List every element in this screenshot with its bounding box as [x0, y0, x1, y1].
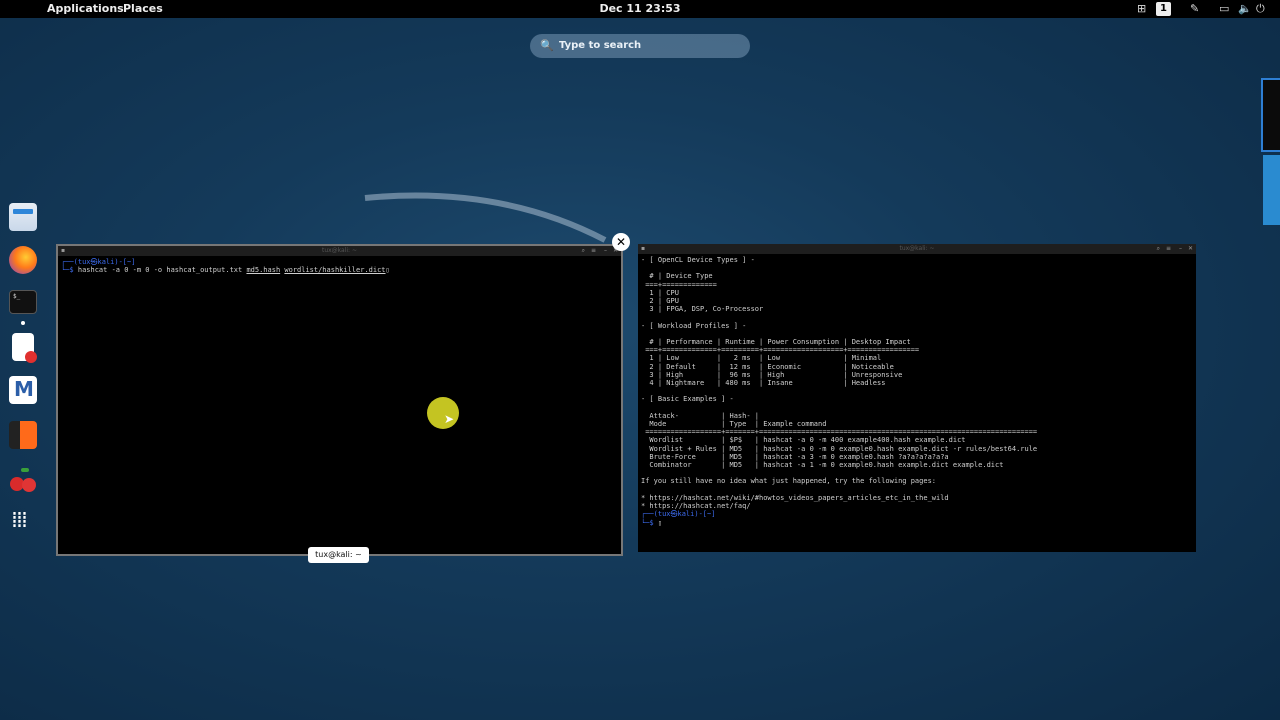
terminal-content[interactable]: ┌──(tux㉿kali)-[~] └─$ hashcat -a 0 -m 0 …: [61, 258, 618, 551]
app-grid-icon[interactable]: ⁞⁞⁞: [9, 508, 37, 538]
text-cursor: ▯: [657, 518, 663, 527]
top-panel: Applications Places Dec 11 23:53 ⊞ 1 ✎ ▭…: [0, 0, 1280, 18]
prompt-prefix: └─$: [641, 518, 658, 527]
search-bar[interactable]: 🔍 Type to search: [530, 34, 750, 58]
prompt-prefix: └─$: [61, 266, 78, 275]
search-input[interactable]: Type to search: [559, 34, 641, 58]
metasploit-icon[interactable]: M: [9, 376, 37, 404]
window-title: tux@kali: ~: [899, 245, 935, 252]
running-indicator: [21, 321, 25, 325]
grid-icon[interactable]: ⊞: [1137, 2, 1146, 15]
workspace-indicator[interactable]: 1: [1156, 2, 1171, 16]
hashcat-help-output: - [ OpenCL Device Types ] - # | Device T…: [641, 256, 1038, 511]
minimize-icon[interactable]: –: [604, 247, 607, 254]
title-bar[interactable]: tux@kali: ~ ▪ ⌕ ≡ – ✕: [638, 244, 1196, 254]
window-title: tux@kali: ~: [321, 247, 358, 254]
pen-icon[interactable]: ✎: [1190, 2, 1199, 15]
close-window-button[interactable]: ✕: [612, 233, 630, 251]
menu-icon[interactable]: ≡: [1166, 245, 1171, 252]
command-text: hashcat -a 0 -m 0 -o hashcat_output.txt: [77, 266, 247, 275]
power-icon[interactable]: ⏻: [1256, 2, 1265, 16]
window-tooltip: tux@kali: ~: [308, 547, 369, 563]
search-icon[interactable]: ⌕: [1157, 245, 1160, 253]
close-icon[interactable]: ✕: [1188, 245, 1193, 252]
workspace-thumbnail-1[interactable]: [1261, 78, 1280, 152]
text-cursor: ▯: [385, 266, 390, 275]
burpsuite-icon[interactable]: [9, 421, 37, 449]
mouse-pointer-icon: ➤: [444, 412, 455, 426]
cursor-highlight: [427, 397, 459, 429]
new-tab-icon[interactable]: ▪: [61, 247, 65, 254]
search-icon[interactable]: ⌕: [582, 247, 585, 255]
terminal-window-left[interactable]: tux@kali: ~ ▪ ⌕ ≡ – ✕ ┌──(tux㉿kali)-[~] …: [56, 244, 623, 556]
terminal-icon[interactable]: $_: [9, 290, 37, 314]
cherrytree-icon[interactable]: [9, 466, 37, 494]
clock[interactable]: Dec 11 23:53: [0, 2, 1280, 15]
file-manager-icon[interactable]: [9, 203, 37, 231]
prompt-user: ┌──(tux㉿kali)-[~]: [61, 258, 136, 266]
volume-icon[interactable]: 🔈: [1238, 2, 1252, 15]
title-bar[interactable]: tux@kali: ~ ▪ ⌕ ≡ – ✕: [58, 246, 621, 256]
new-tab-icon[interactable]: ▪: [641, 245, 645, 252]
display-icon[interactable]: ▭: [1219, 2, 1229, 15]
command-wordlist: wordlist/hashkiller.dict: [284, 266, 386, 275]
kali-dragon-swoosh: [364, 192, 607, 243]
firefox-icon[interactable]: [9, 246, 37, 274]
workspace-thumbnail-2[interactable]: [1263, 155, 1280, 225]
command-hash-file: md5.hash: [246, 266, 281, 275]
menu-icon[interactable]: ≡: [591, 247, 596, 254]
applications-menu[interactable]: Applications: [47, 2, 124, 15]
search-icon: 🔍: [540, 39, 554, 52]
terminal-content[interactable]: - [ OpenCL Device Types ] - # | Device T…: [641, 256, 1193, 549]
text-editor-icon[interactable]: [12, 333, 37, 363]
prompt-user: ┌──(tux㉿kali)-[~]: [641, 510, 716, 519]
minimize-icon[interactable]: –: [1179, 245, 1182, 252]
terminal-window-right[interactable]: tux@kali: ~ ▪ ⌕ ≡ – ✕ - [ OpenCL Device …: [638, 244, 1196, 552]
places-menu[interactable]: Places: [123, 2, 163, 15]
